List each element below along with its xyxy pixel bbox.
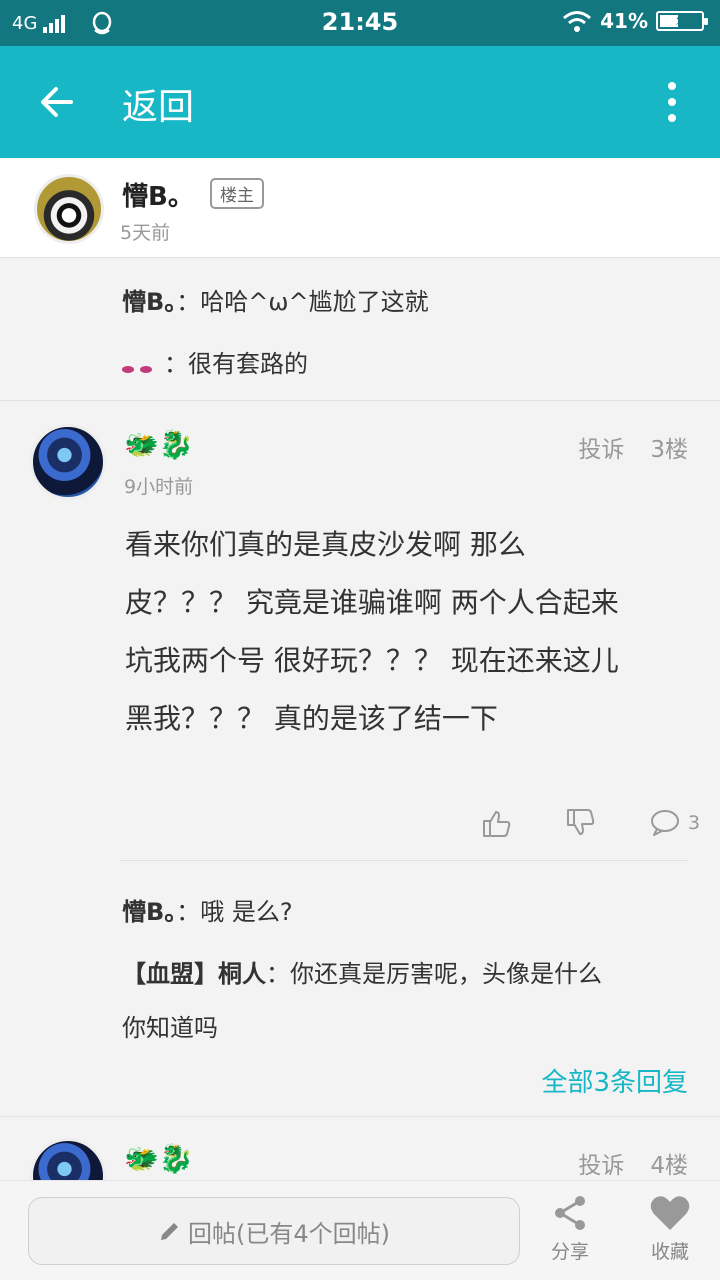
eyes-emoji-icon[interactable] bbox=[122, 351, 158, 379]
thumbs-up-icon bbox=[483, 811, 511, 837]
page-title[interactable]: 返回 bbox=[122, 78, 194, 130]
reply-username[interactable]: 【血盟】桐人 bbox=[122, 960, 266, 988]
post3-reply-2[interactable]: 【血盟】桐人：你还真是厉害呢，头像是什么 bbox=[122, 954, 602, 989]
app-bar: 返回 bbox=[0, 46, 720, 158]
post3-username[interactable]: 🐲🐉 bbox=[124, 428, 194, 461]
thumbs-down-icon bbox=[567, 809, 595, 835]
post4-username[interactable]: 🐲🐉 bbox=[124, 1142, 194, 1175]
op-reply-1[interactable]: 懵B。：哈哈^ω^尴尬了这就 bbox=[122, 282, 429, 317]
reply-separator: ： bbox=[164, 350, 188, 378]
reply-username[interactable]: 懵B。 bbox=[122, 288, 176, 316]
reply-text: 很有套路的 bbox=[188, 350, 308, 378]
more-menu-button[interactable] bbox=[662, 82, 682, 122]
share-label: 分享 bbox=[550, 1241, 589, 1263]
all-replies-link[interactable]: 全部3条回复 bbox=[541, 1062, 688, 1099]
post3-body-line: 看来你们真的是真皮沙发啊 那么 bbox=[125, 528, 526, 561]
divider bbox=[0, 400, 720, 401]
floor-number: 3楼 bbox=[650, 437, 688, 463]
status-bar: 4G 21:45 41% ⚡ bbox=[0, 0, 720, 46]
reply-text: 你知道吗 bbox=[122, 1014, 218, 1042]
reply-separator: ： bbox=[266, 960, 290, 988]
report-button[interactable]: 投诉 bbox=[578, 430, 624, 464]
op-username[interactable]: 懵B。 bbox=[122, 176, 194, 213]
dislike-button[interactable] bbox=[564, 806, 596, 840]
favorite-label: 收藏 bbox=[650, 1241, 689, 1263]
wifi-icon bbox=[563, 11, 592, 32]
like-button[interactable] bbox=[480, 806, 512, 840]
post4-actions: 投诉 4楼 bbox=[578, 1146, 688, 1180]
post3-actions: 投诉 3楼 bbox=[578, 430, 688, 464]
favorite-button[interactable]: 收藏 bbox=[635, 1193, 705, 1264]
divider bbox=[0, 1116, 720, 1117]
back-button[interactable] bbox=[30, 76, 82, 128]
post3-avatar[interactable] bbox=[30, 424, 106, 500]
reply-separator: ： bbox=[176, 288, 201, 316]
bottom-bar: 回帖(已有4个回帖) 分享 收藏 bbox=[0, 1180, 720, 1280]
reply-username[interactable]: 懵B。 bbox=[122, 898, 176, 926]
post3-body: 看来你们真的是真皮沙发啊 那么 皮？？？ 究竟是谁骗谁啊 两个人合起来 坑我两个… bbox=[125, 516, 695, 748]
reply-placeholder: 回帖(已有4个回帖) bbox=[188, 1219, 390, 1248]
reply-input[interactable]: 回帖(已有4个回帖) bbox=[28, 1197, 520, 1265]
op-reply-2[interactable]: ：很有套路的 bbox=[122, 344, 308, 379]
post3-reply-2-cont: 你知道吗 bbox=[122, 1008, 218, 1043]
post3-body-line: 皮？？？ 究竟是谁骗谁啊 两个人合起来 bbox=[125, 586, 619, 619]
op-header: 懵B。 楼主 5天前 bbox=[0, 158, 720, 258]
divider bbox=[120, 860, 688, 861]
comment-bubble-icon bbox=[651, 810, 679, 836]
post3-vote-row: 3 bbox=[480, 806, 700, 840]
op-avatar[interactable] bbox=[34, 174, 104, 244]
floor-number: 4楼 bbox=[650, 1153, 688, 1179]
heart-icon bbox=[650, 1196, 690, 1230]
comment-button[interactable]: 3 bbox=[650, 806, 700, 840]
post3-body-line: 坑我两个号 很好玩？？？ 现在还来这儿 bbox=[125, 644, 619, 677]
comment-count: 3 bbox=[688, 812, 701, 834]
battery-icon: ⚡ bbox=[656, 10, 708, 31]
post3-time: 9小时前 bbox=[124, 476, 194, 498]
op-time: 5天前 bbox=[120, 222, 171, 244]
battery-percent: 41% bbox=[600, 9, 648, 33]
post3-reply-1[interactable]: 懵B。：哦 是么? bbox=[122, 892, 293, 927]
reply-text: 你还真是厉害呢，头像是什么 bbox=[290, 960, 602, 988]
post3-body-line: 黑我？？？ 真的是该了结一下 bbox=[125, 702, 498, 735]
reply-text: 哈哈^ω^尴尬了这就 bbox=[200, 288, 429, 316]
pencil-icon bbox=[161, 1223, 178, 1240]
reply-separator: ： bbox=[176, 898, 201, 926]
op-badge: 楼主 bbox=[210, 178, 264, 209]
reply-text: 哦 是么? bbox=[200, 898, 293, 926]
share-icon bbox=[555, 1196, 585, 1230]
share-button[interactable]: 分享 bbox=[535, 1193, 605, 1264]
report-button[interactable]: 投诉 bbox=[578, 1146, 624, 1180]
status-right: 41% ⚡ bbox=[562, 9, 708, 33]
arrow-left-icon bbox=[41, 87, 73, 117]
